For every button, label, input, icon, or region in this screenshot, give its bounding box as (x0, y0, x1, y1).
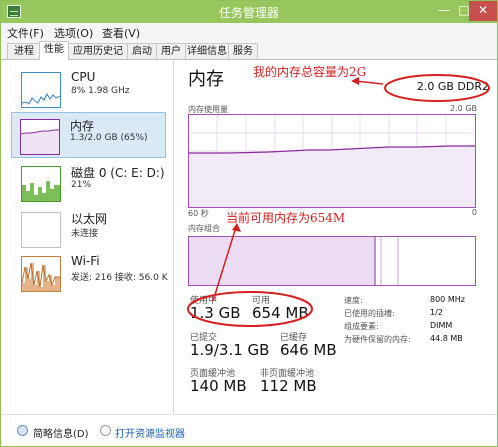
footer-bar: 简略信息(D) 打开资源监视器 (1, 414, 497, 446)
resource-monitor-icon (100, 425, 111, 436)
available-annotation: 当前可用内存为654M (226, 211, 346, 225)
capacity-annotation: 我的内存总容量为2G (253, 65, 367, 79)
open-resource-monitor-link[interactable]: 打开资源监视器 (115, 425, 185, 440)
chevron-up-icon (17, 425, 28, 436)
watermark: 3HE 当游网 (434, 431, 493, 444)
task-manager-window: 任务管理器 — □ ✕ 文件(F) 选项(O) 查看(V) 进程 性能 应用历史… (0, 0, 498, 447)
fewer-details-link[interactable]: 简略信息(D) (33, 425, 89, 440)
